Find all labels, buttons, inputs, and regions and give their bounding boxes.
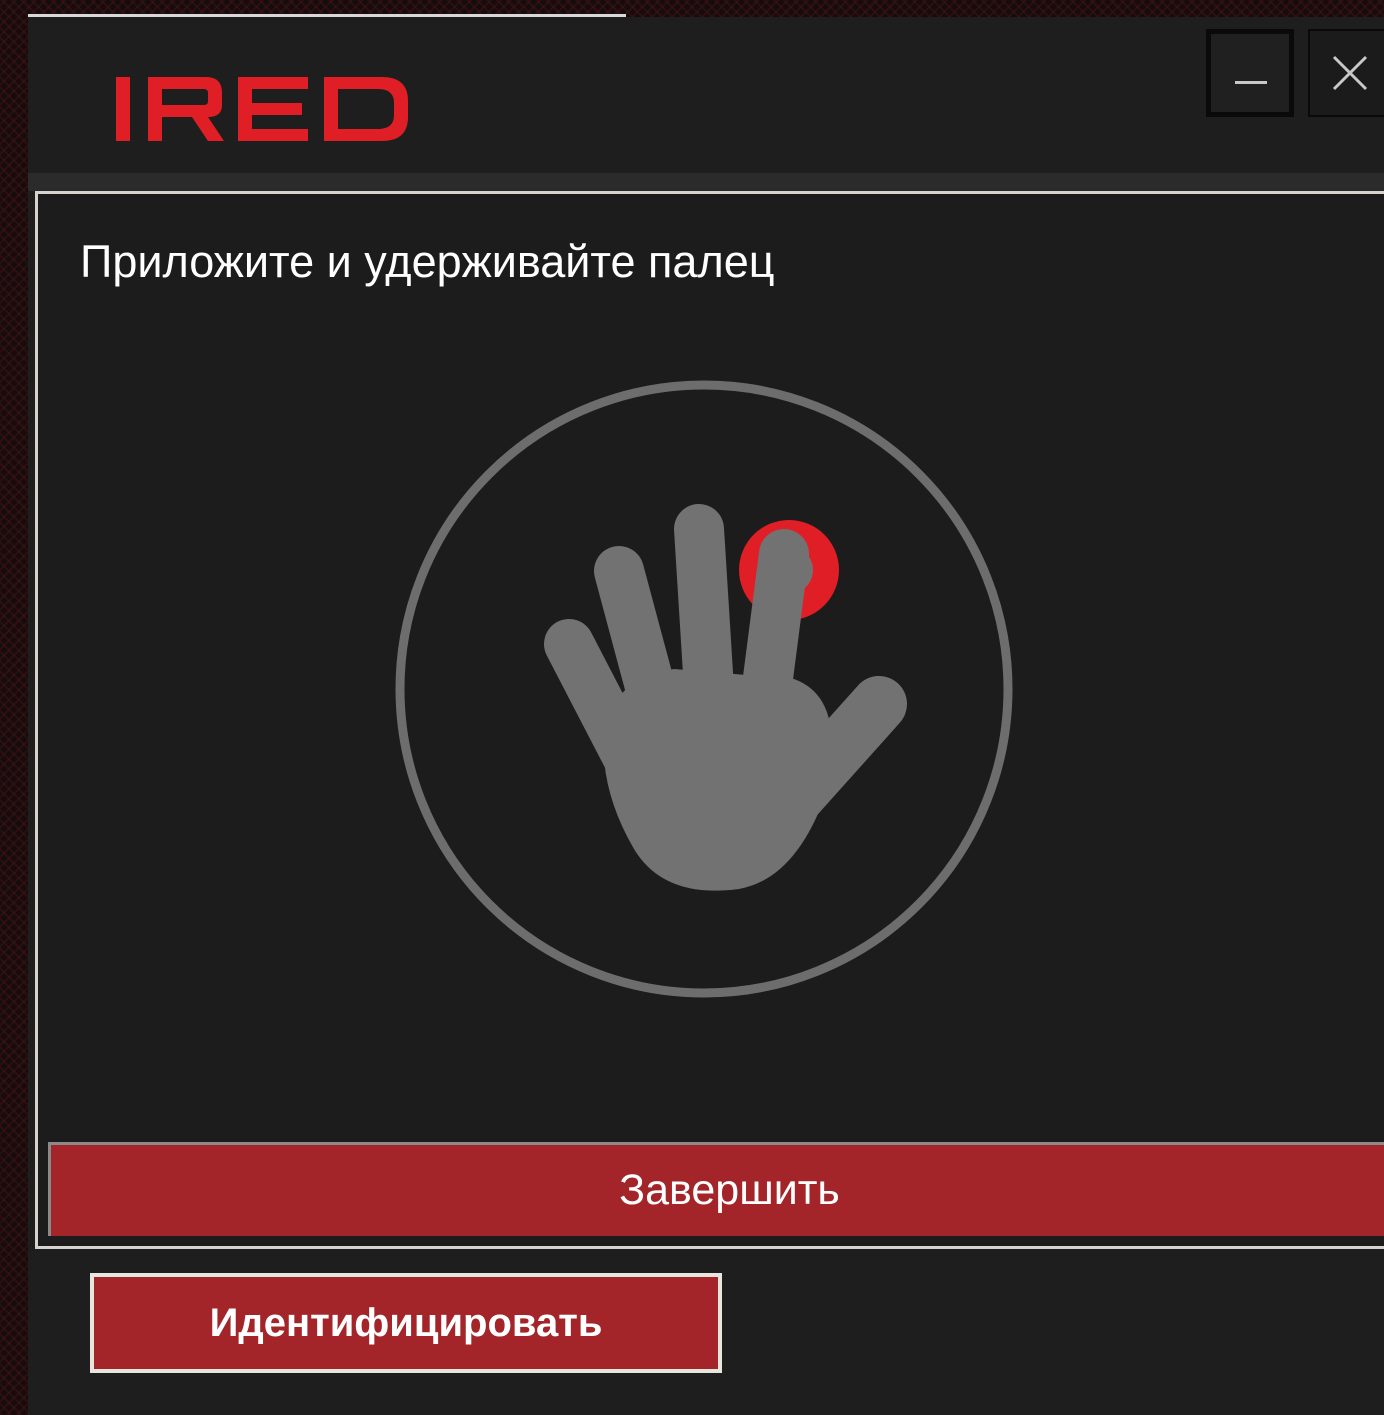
close-icon	[1332, 55, 1368, 91]
title-bar[interactable]	[28, 17, 1384, 173]
ired-logo	[116, 77, 408, 141]
minimize-button[interactable]	[1206, 29, 1294, 117]
instruction-text: Приложите и удерживайте палец	[80, 236, 775, 287]
minimize-icon	[1235, 81, 1267, 84]
scanner-graphic	[395, 380, 1013, 998]
identify-button[interactable]: Идентифицировать	[90, 1273, 722, 1373]
app-window: Приложите и удерживайте палец Завершить …	[28, 17, 1384, 1415]
finish-button[interactable]: Завершить	[48, 1142, 1384, 1236]
scan-panel: Приложите и удерживайте палец Завершить	[35, 191, 1384, 1249]
close-button[interactable]	[1308, 29, 1384, 117]
header-divider	[28, 173, 1384, 191]
